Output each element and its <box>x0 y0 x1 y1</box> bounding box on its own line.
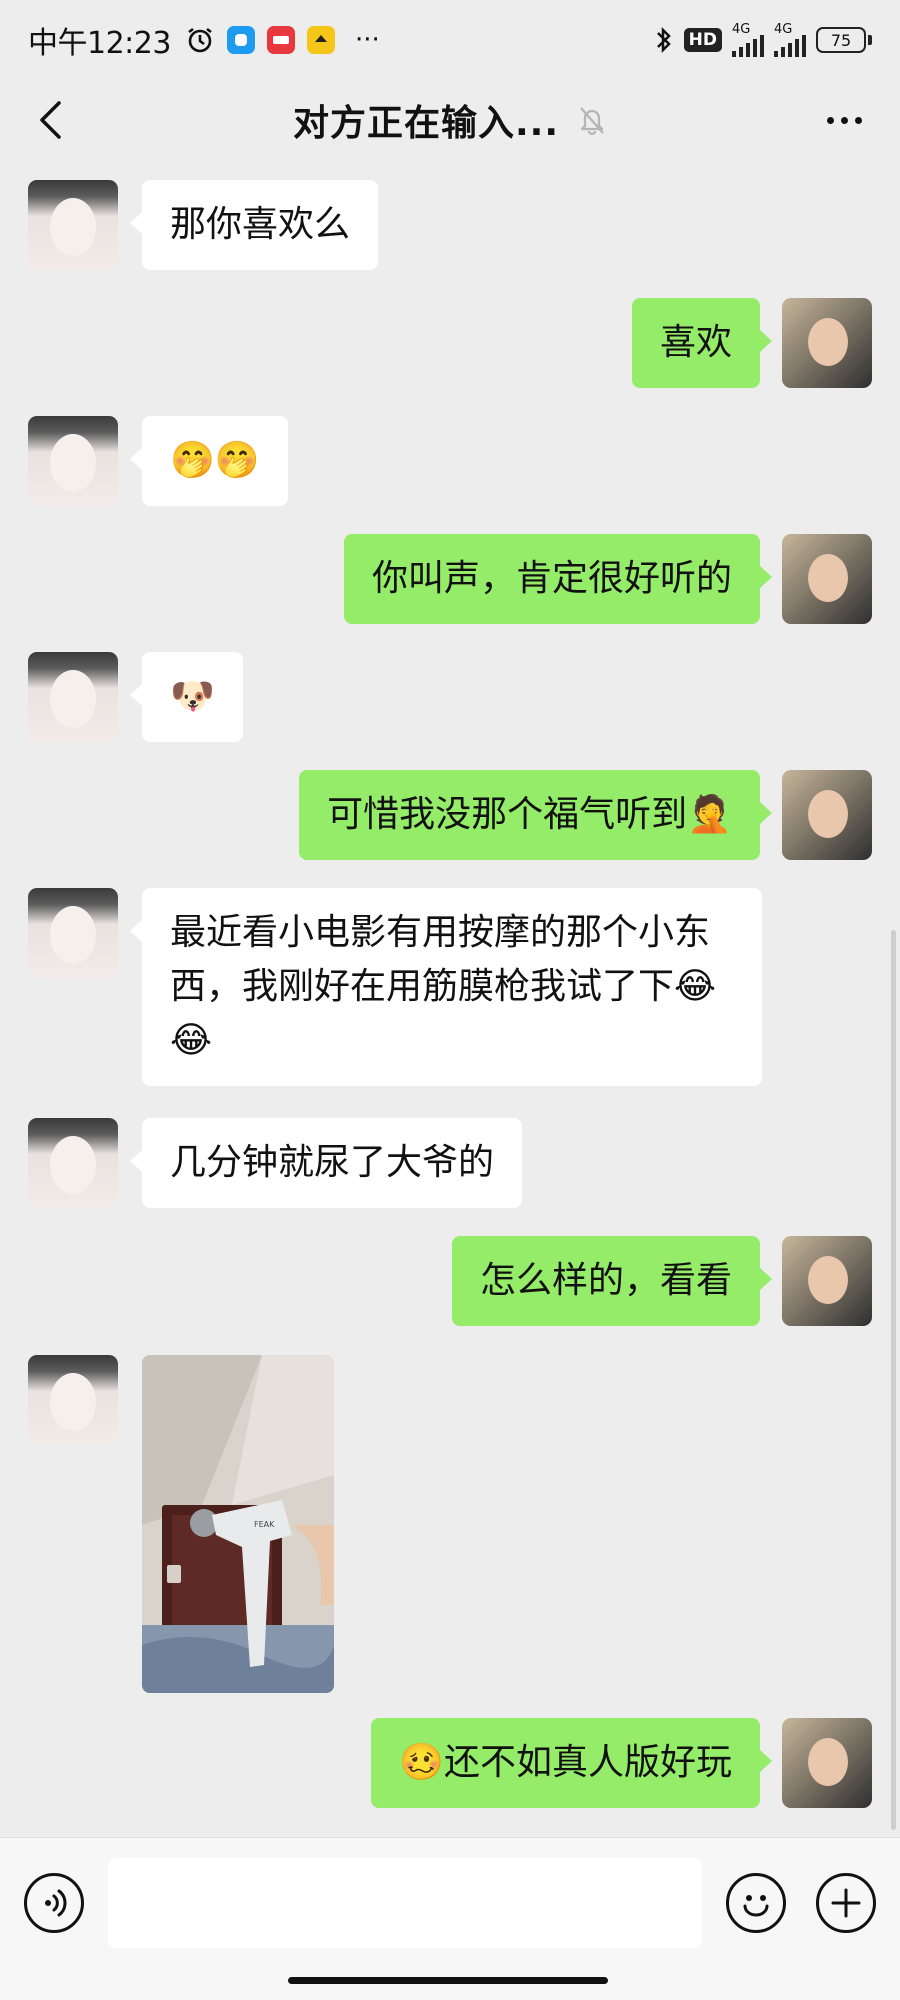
my-avatar[interactable] <box>782 298 872 388</box>
contact-avatar[interactable] <box>28 1355 118 1445</box>
voice-icon <box>45 1889 67 1917</box>
image-message[interactable]: FEAK <box>142 1355 334 1693</box>
message-list[interactable]: 那你喜欢么 喜欢 🤭🤭 你叫声，肯定很好听的 🐶 可惜我没那个福气听到🤦 最近看… <box>0 0 900 2000</box>
contact-avatar[interactable] <box>28 888 118 978</box>
contact-avatar[interactable] <box>28 652 118 742</box>
message-bubble[interactable]: 🥴还不如真人版好玩 <box>371 1718 772 1808</box>
smiley-icon <box>743 1895 769 1917</box>
photo-massage-gun-image: FEAK <box>142 1355 334 1693</box>
input-bar <box>0 1837 900 2000</box>
voice-input-button[interactable] <box>24 1873 84 1933</box>
message-bubble[interactable]: 那你喜欢么 <box>129 180 379 270</box>
my-avatar[interactable] <box>782 534 872 624</box>
plus-icon <box>831 1888 861 1918</box>
message-bubble[interactable]: 🤭🤭 <box>130 416 288 506</box>
message-bubble[interactable]: 可惜我没那个福气听到🤦 <box>299 770 772 860</box>
message-bubble[interactable]: 你叫声，肯定很好听的 <box>343 534 773 624</box>
message-bubble[interactable]: 喜欢 <box>631 298 773 388</box>
message-bubble[interactable]: 几分钟就尿了大爷的 <box>129 1118 523 1208</box>
contact-avatar[interactable] <box>28 1118 118 1208</box>
my-avatar[interactable] <box>782 1718 872 1808</box>
message-bubble[interactable]: 最近看小电影有用按摩的那个小东西，我刚好在用筋膜枪我试了下😂😂 <box>130 888 762 1086</box>
home-indicator[interactable] <box>288 1977 608 1984</box>
message-bubble[interactable]: 🐶 <box>130 652 243 742</box>
message-bubble[interactable]: 怎么样的，看看 <box>451 1236 773 1326</box>
my-avatar[interactable] <box>782 770 872 860</box>
my-avatar[interactable] <box>782 1236 872 1326</box>
contact-avatar[interactable] <box>28 416 118 506</box>
scrollbar[interactable] <box>891 930 896 1830</box>
contact-avatar[interactable] <box>28 180 118 270</box>
svg-text:FEAK: FEAK <box>254 1520 275 1529</box>
emoji-button[interactable] <box>726 1873 786 1933</box>
message-input[interactable] <box>108 1858 702 1948</box>
more-functions-button[interactable] <box>816 1873 876 1933</box>
